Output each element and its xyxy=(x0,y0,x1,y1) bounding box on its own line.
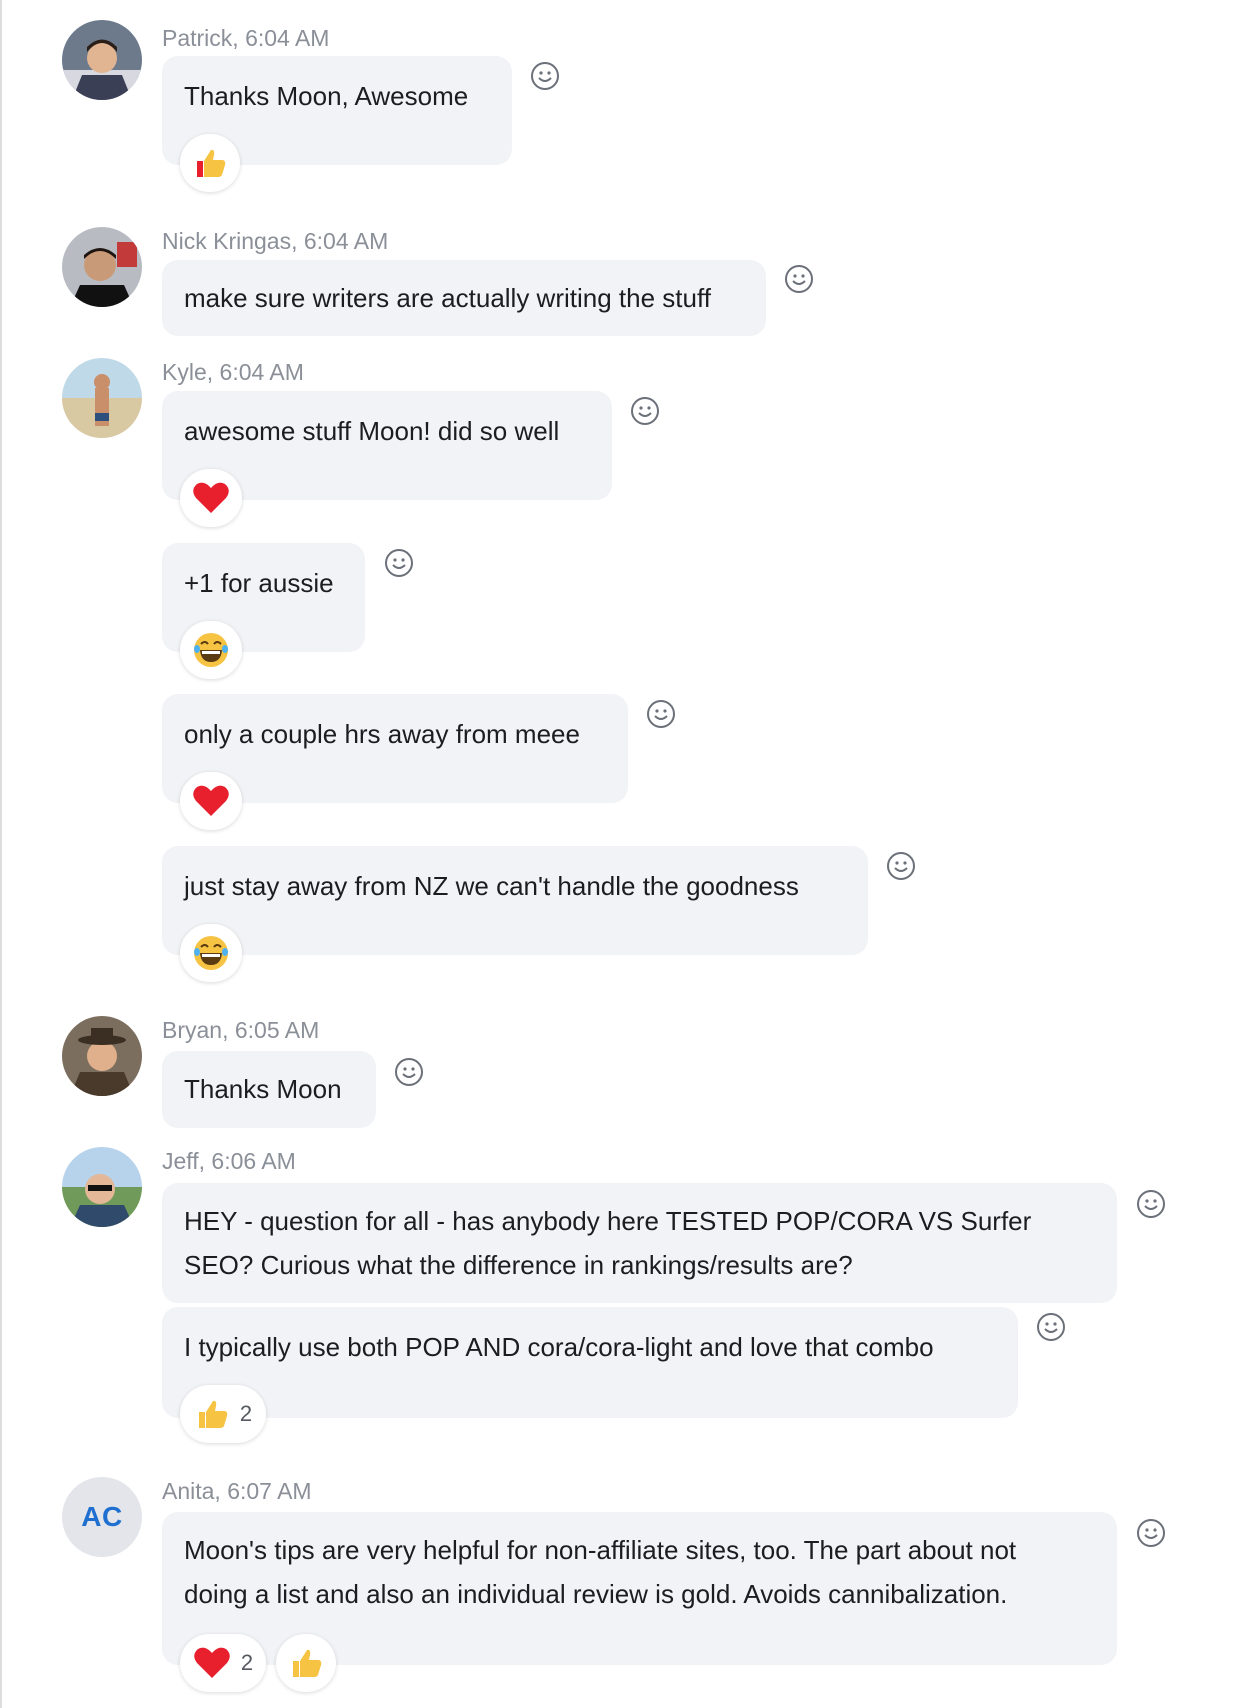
thumbs-up-icon xyxy=(197,149,226,177)
message-author-time: Nick Kringas, 6:04 AM xyxy=(162,228,389,254)
message-bubble: Thanks Moon xyxy=(162,1051,376,1128)
avatar-nick-kringas[interactable] xyxy=(62,227,142,307)
reaction-heart[interactable] xyxy=(180,469,242,527)
add-reaction-icon[interactable] xyxy=(530,61,560,91)
add-reaction-icon[interactable] xyxy=(384,548,414,578)
message-bubble: Moon's tips are very helpful for non-aff… xyxy=(162,1512,1117,1692)
add-reaction-icon[interactable] xyxy=(1136,1518,1166,1548)
message-bubble: +1 for aussie xyxy=(162,543,365,679)
message-text: +1 for aussie xyxy=(184,568,334,598)
message-author-time: Anita, 6:07 AM xyxy=(162,1478,312,1504)
message-bubble: awesome stuff Moon! did so well xyxy=(162,391,612,527)
thumbs-up-icon xyxy=(293,1649,322,1677)
message-author-time: Bryan, 6:05 AM xyxy=(162,1017,320,1043)
avatar-jeff[interactable] xyxy=(62,1147,142,1227)
heart-icon xyxy=(194,1647,230,1678)
reaction-thumbs-up[interactable]: 2 xyxy=(180,1385,266,1443)
add-reaction-icon[interactable] xyxy=(394,1057,424,1087)
add-reaction-icon[interactable] xyxy=(886,851,916,881)
message-bubble: make sure writers are actually writing t… xyxy=(162,260,766,336)
message-text: Thanks Moon, Awesome xyxy=(184,81,469,111)
add-reaction-icon[interactable] xyxy=(646,699,676,729)
message-text: only a couple hrs away from meee xyxy=(184,719,580,749)
reaction-count: 2 xyxy=(239,1401,253,1426)
reaction-count: 2 xyxy=(240,1650,254,1675)
laughing-face-icon xyxy=(194,936,228,970)
add-reaction-icon[interactable] xyxy=(630,396,660,426)
avatar-patrick[interactable] xyxy=(62,20,142,100)
message-author-time: Jeff, 6:06 AM xyxy=(162,1148,296,1174)
avatar-kyle[interactable] xyxy=(62,358,142,438)
message-bubble: HEY - question for all - has anybody her… xyxy=(162,1183,1117,1303)
left-border xyxy=(0,0,2,1708)
add-reaction-icon[interactable] xyxy=(1036,1312,1066,1342)
reaction-laughing[interactable] xyxy=(180,924,242,982)
message-bubble: I typically use both POP AND cora/cora-l… xyxy=(162,1307,1018,1443)
thumbs-up-icon xyxy=(198,1400,228,1428)
avatar-bryan[interactable] xyxy=(62,1016,142,1096)
message-text: Moon's tips are very helpful for non-aff… xyxy=(184,1535,1017,1609)
reaction-heart[interactable] xyxy=(180,772,242,830)
message-author-time: Kyle, 6:04 AM xyxy=(162,359,304,385)
add-reaction-icon[interactable] xyxy=(784,264,814,294)
message-bubble: only a couple hrs away from meee xyxy=(162,694,628,830)
message-bubble: just stay away from NZ we can't handle t… xyxy=(162,846,868,982)
reaction-laughing[interactable] xyxy=(180,621,242,679)
message-text: awesome stuff Moon! did so well xyxy=(184,416,560,446)
heart-icon xyxy=(193,482,229,513)
heart-icon xyxy=(193,785,229,816)
reaction-thumbs-up[interactable] xyxy=(276,1634,336,1692)
message-author-time: Patrick, 6:04 AM xyxy=(162,25,330,51)
reaction-thumbs-up[interactable] xyxy=(180,134,240,192)
message-text: I typically use both POP AND cora/cora-l… xyxy=(184,1332,934,1362)
add-reaction-icon[interactable] xyxy=(1136,1189,1166,1219)
laughing-face-icon xyxy=(194,633,228,667)
message-bubble: Thanks Moon, Awesome xyxy=(162,56,512,192)
avatar-anita[interactable]: AC xyxy=(62,1477,142,1557)
reaction-heart[interactable]: 2 xyxy=(180,1634,266,1692)
message-text: make sure writers are actually writing t… xyxy=(184,283,711,313)
message-text: just stay away from NZ we can't handle t… xyxy=(184,871,799,901)
message-text: HEY - question for all - has anybody her… xyxy=(184,1206,1032,1280)
message-text: Thanks Moon xyxy=(184,1074,342,1104)
